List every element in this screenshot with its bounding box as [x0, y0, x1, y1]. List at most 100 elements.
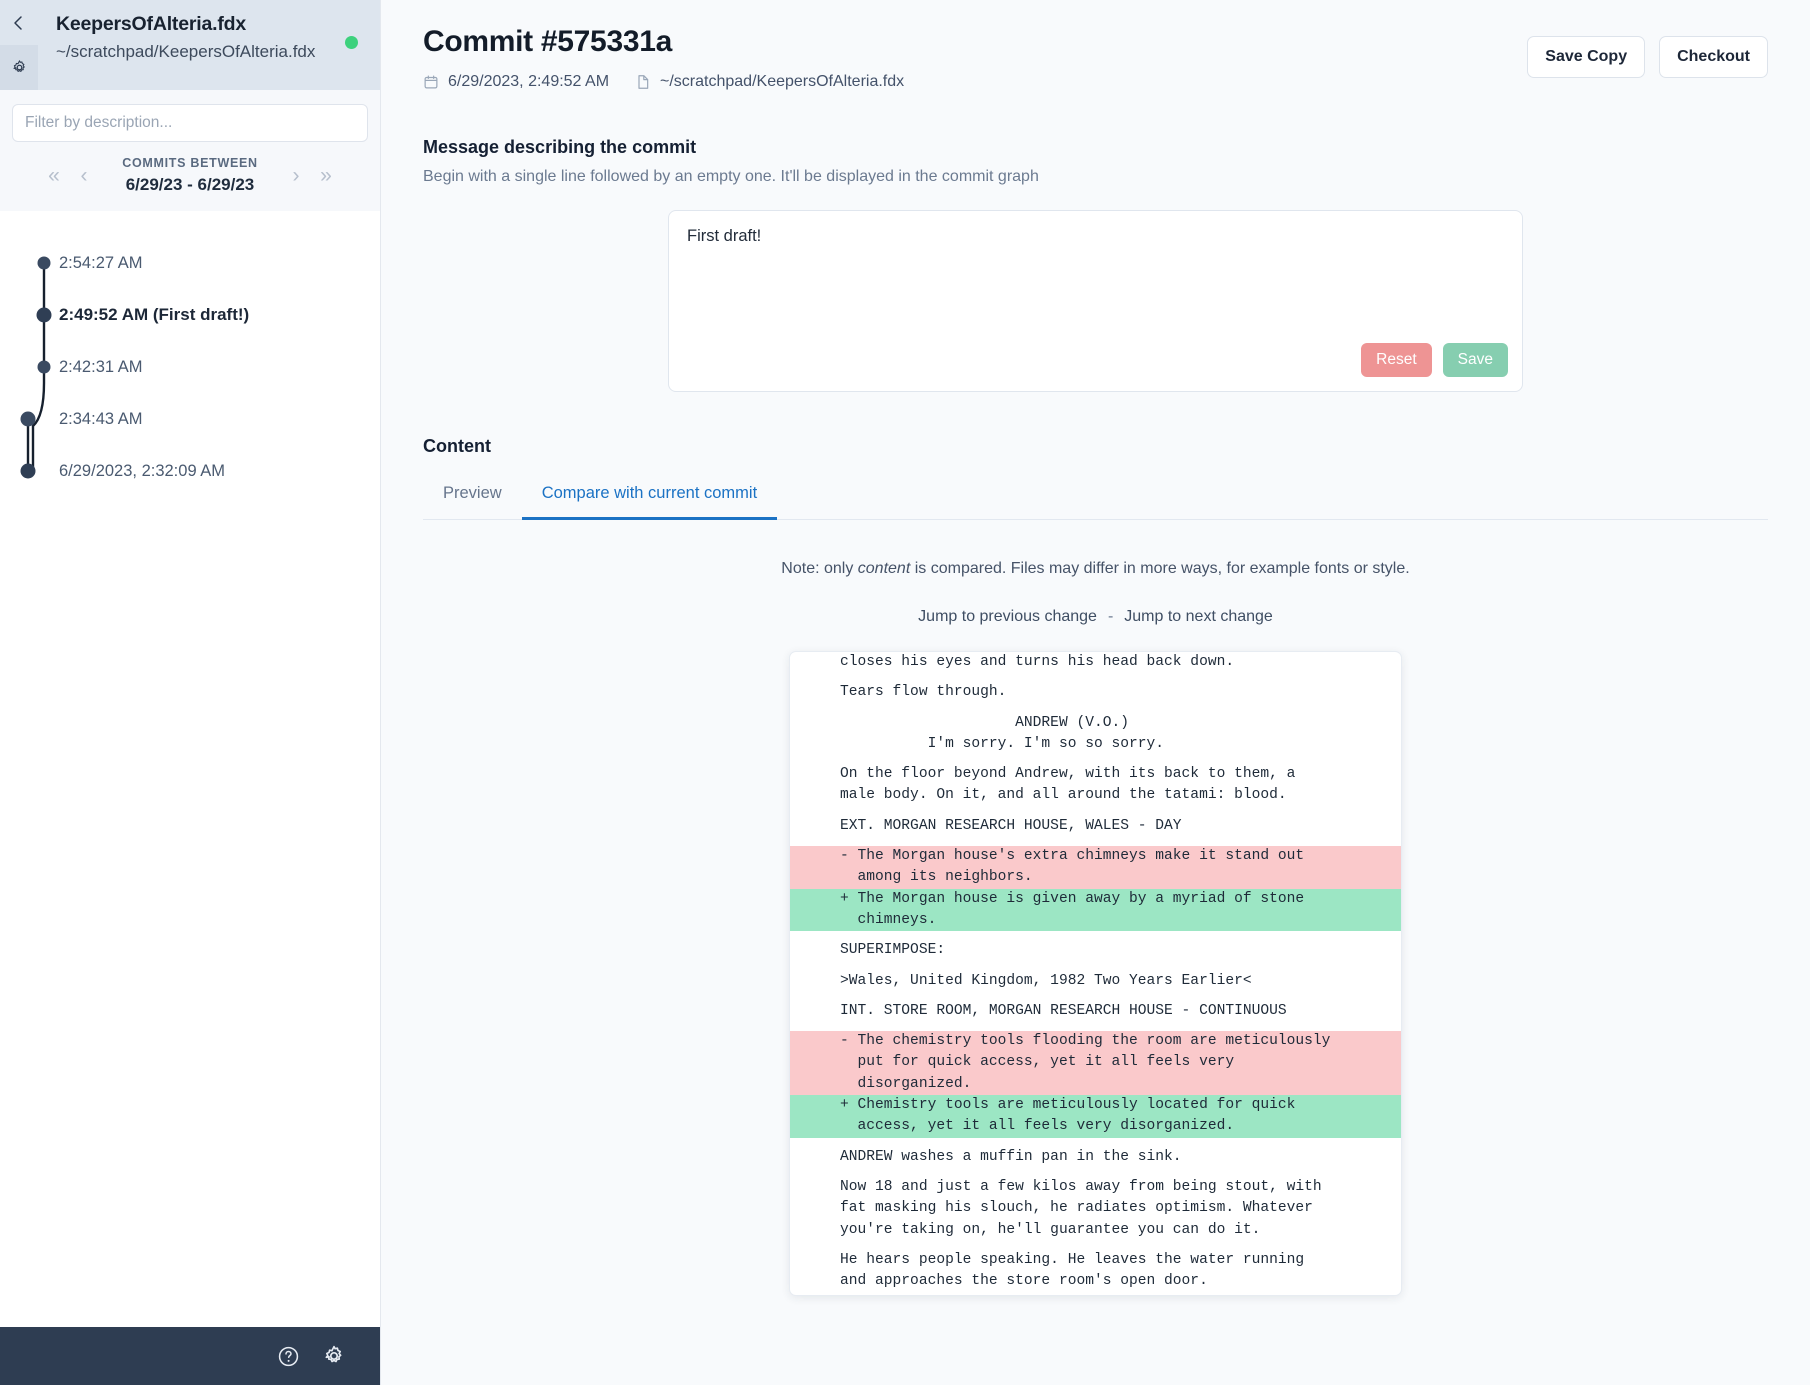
diff-line-context: Tears flow through. — [840, 684, 1007, 701]
page-title: Commit #575331a — [423, 25, 672, 58]
sidebar-rail — [0, 0, 38, 90]
commit-date: 6/29/2023, 2:49:52 AM — [423, 73, 609, 91]
content-title: Content — [423, 436, 491, 456]
diff-line-del: - The chemistry tools flooding the room … — [790, 1031, 1401, 1053]
commit-label: 2:42:31 AM — [59, 357, 143, 376]
diff-line-add: access, yet it all feels very disorganiz… — [790, 1116, 1401, 1138]
commit-meta: 6/29/2023, 2:49:52 AM ~/scratchpad/Keepe… — [423, 73, 904, 91]
diff-line-context: ANDREW (V.O.) — [840, 714, 1130, 731]
file-path: ~/scratchpad/KeepersOfAlteria.fdx — [56, 42, 316, 61]
sidebar: KeepersOfAlteria.fdx ~/scratchpad/Keeper… — [0, 0, 381, 1385]
jump-links: Jump to previous change - Jump to next cha… — [423, 608, 1768, 626]
diff-viewer[interactable]: closes his eyes and turns his head back … — [789, 651, 1402, 1296]
sidebar-header: KeepersOfAlteria.fdx ~/scratchpad/Keeper… — [0, 0, 380, 90]
gear-icon — [13, 60, 25, 72]
nav-last-button[interactable]: » — [311, 165, 341, 186]
commit-graph: 2:54:27 AM 2:49:52 AM (First draft!) 2:4… — [0, 211, 380, 1327]
commit-row[interactable]: 2:49:52 AM (First draft!) — [0, 299, 380, 331]
status-indicator-dot — [345, 36, 358, 49]
reset-button[interactable]: Reset — [1361, 343, 1432, 377]
diff-scroll-area[interactable]: closes his eyes and turns his head back … — [790, 652, 1401, 1295]
note-suffix: is compared. Files may differ in more wa… — [910, 560, 1410, 577]
commits-between-range: 6/29/23 - 6/29/23 — [125, 175, 255, 194]
diff-line-context: Now 18 and just a few kilos away from be… — [840, 1178, 1322, 1195]
jump-to-next-change-link[interactable]: Jump to next change — [1124, 608, 1273, 625]
main-header: Commit #575331a 6/29/2023, 2:49:52 AM ~/… — [381, 0, 1810, 91]
diff-line-context: and approaches the store room's open doo… — [840, 1273, 1208, 1290]
commit-path-text: ~/scratchpad/KeepersOfAlteria.fdx — [660, 73, 905, 90]
nav-prev-button[interactable]: ‹ — [69, 165, 99, 186]
compare-note: Note: only content is compared. Files ma… — [423, 560, 1768, 578]
diff-line-del: put for quick access, yet it all feels v… — [790, 1052, 1401, 1074]
content-section: Content Preview Compare with current com… — [381, 436, 1810, 1296]
gear-icon — [325, 1345, 342, 1363]
back-button[interactable] — [0, 0, 38, 45]
filter-input[interactable] — [12, 104, 368, 142]
message-section: Message describing the commit Begin with… — [381, 137, 1810, 392]
message-actions: Reset Save — [1361, 343, 1508, 377]
file-title: KeepersOfAlteria.fdx — [56, 13, 246, 35]
diff-line-context: ANDREW washes a muffin pan in the sink. — [840, 1148, 1182, 1165]
message-value: First draft! — [687, 227, 762, 245]
diff-line-del: among its neighbors. — [790, 867, 1401, 889]
help-button[interactable] — [277, 1345, 300, 1368]
commit-label: 2:34:43 AM — [59, 409, 143, 428]
tab-preview[interactable]: Preview — [423, 473, 522, 520]
diff-line-context: On the floor beyond Andrew, with its bac… — [840, 766, 1296, 783]
diff-line-context: INT. STORE ROOM, MORGAN RESEARCH HOUSE -… — [840, 1002, 1287, 1019]
header-actions: Save Copy Checkout — [1527, 25, 1768, 78]
diff-line-context: >Wales, United Kingdom, 1982 Two Years E… — [840, 972, 1252, 989]
file-icon — [635, 74, 651, 90]
message-title: Message describing the commit — [423, 137, 697, 157]
diff-line-context: closes his eyes and turns his head back … — [840, 654, 1235, 670]
content-tabs: Preview Compare with current commit — [423, 473, 1768, 520]
tab-compare-with-current-commit[interactable]: Compare with current commit — [521, 473, 778, 520]
diff-line-context: I'm sorry. I'm so so sorry. — [840, 735, 1165, 752]
save-copy-button[interactable]: Save Copy — [1527, 36, 1646, 78]
message-textarea[interactable]: First draft! Reset Save — [668, 210, 1523, 392]
commit-row[interactable]: 2:34:43 AM — [0, 403, 380, 435]
filter-section — [0, 90, 380, 152]
checkout-button[interactable]: Checkout — [1659, 36, 1768, 78]
app-settings-button[interactable] — [322, 1344, 346, 1368]
commit-path: ~/scratchpad/KeepersOfAlteria.fdx — [635, 73, 904, 91]
commits-between-bar: « ‹ COMMITS BETWEEN 6/29/23 - 6/29/23 › … — [0, 152, 380, 211]
save-button[interactable]: Save — [1442, 343, 1508, 377]
sidebar-settings-button[interactable] — [0, 45, 38, 90]
jump-separator: - — [1107, 608, 1114, 625]
diff-line-context: EXT. MORGAN RESEARCH HOUSE, WALES - DAY — [840, 817, 1182, 834]
commit-label: 6/29/2023, 2:32:09 AM — [59, 461, 226, 480]
diff-line-context: male body. On it, and all around the tat… — [840, 787, 1287, 804]
commit-row[interactable]: 2:54:27 AM — [0, 247, 380, 279]
diff-line-context: fat masking his slouch, he radiates opti… — [840, 1200, 1313, 1217]
app-root: KeepersOfAlteria.fdx ~/scratchpad/Keeper… — [0, 0, 1810, 1385]
commit-date-text: 6/29/2023, 2:49:52 AM — [448, 73, 610, 90]
diff-wrap: closes his eyes and turns his head back … — [423, 651, 1768, 1296]
note-emphasis: content — [857, 560, 911, 577]
commit-row[interactable]: 2:42:31 AM — [0, 351, 380, 383]
commits-between-label: COMMITS BETWEEN — [122, 156, 258, 170]
diff-line-add: + Chemistry tools are meticulously locat… — [790, 1095, 1401, 1117]
nav-first-button[interactable]: « — [39, 165, 69, 186]
diff-line-context: He hears people speaking. He leaves the … — [840, 1251, 1305, 1268]
diff-line-add: + The Morgan house is given away by a my… — [790, 888, 1401, 910]
chevron-left-icon — [14, 15, 22, 30]
diff-line-add: chimneys. — [790, 909, 1401, 932]
sidebar-file-info: KeepersOfAlteria.fdx ~/scratchpad/Keeper… — [38, 0, 380, 90]
commit-header-group: Commit #575331a 6/29/2023, 2:49:52 AM ~/… — [423, 25, 904, 91]
jump-to-previous-change-link[interactable]: Jump to previous change — [918, 608, 1097, 625]
commits-between-range-group: COMMITS BETWEEN 6/29/23 - 6/29/23 — [99, 156, 281, 195]
diff-line-del: disorganized. — [790, 1073, 1401, 1096]
sidebar-bottom-bar — [0, 1327, 380, 1385]
question-circle-icon — [278, 1346, 299, 1366]
nav-next-button[interactable]: › — [281, 165, 311, 186]
note-prefix: Note: only — [781, 560, 858, 577]
main-panel: Commit #575331a 6/29/2023, 2:49:52 AM ~/… — [381, 0, 1810, 1385]
commit-label: 2:54:27 AM — [59, 253, 143, 272]
diff-line-del: - The Morgan house's extra chimneys make… — [790, 846, 1401, 868]
commit-row[interactable]: 6/29/2023, 2:32:09 AM — [0, 455, 380, 487]
calendar-icon — [423, 74, 439, 90]
message-editor-wrap: First draft! Reset Save — [423, 210, 1768, 392]
diff-line-context: you're taking on, he'll guarantee you ca… — [840, 1221, 1261, 1238]
commit-label-current: 2:49:52 AM (First draft!) — [59, 305, 250, 324]
